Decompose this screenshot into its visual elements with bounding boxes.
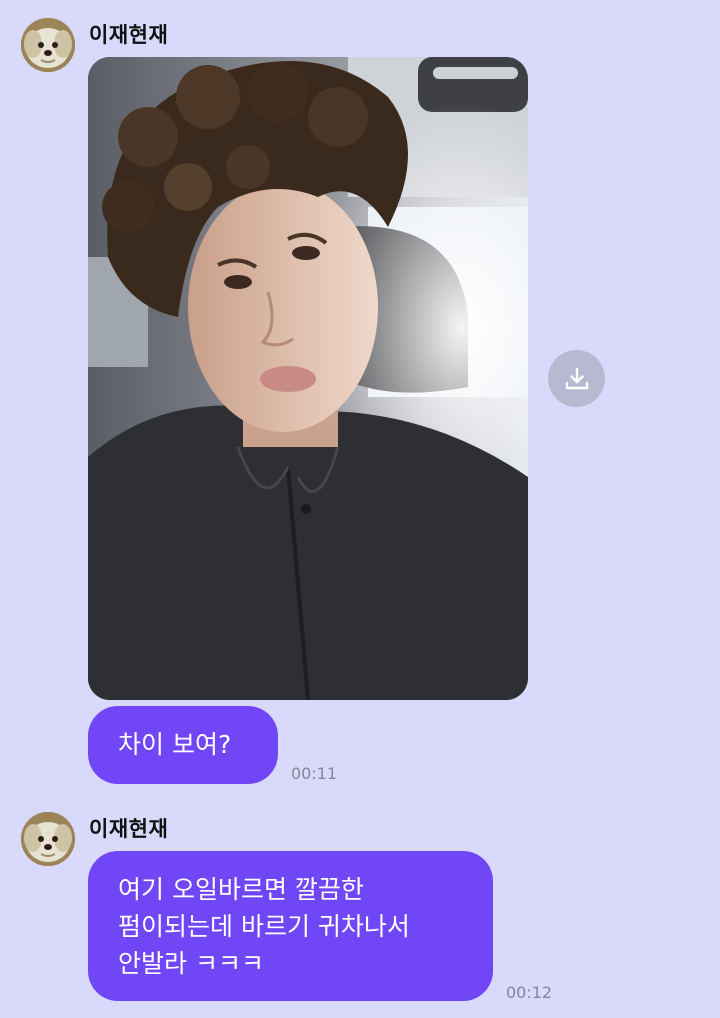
sender-name: 이재현재 — [89, 817, 169, 841]
sender-name: 이재현재 — [89, 23, 169, 47]
download-icon — [565, 367, 588, 389]
sender-avatar[interactable] — [21, 18, 75, 72]
download-button[interactable] — [548, 350, 605, 407]
message-bubble[interactable]: 차이 보여? — [88, 706, 278, 784]
sender-avatar[interactable] — [21, 812, 75, 866]
message-timestamp: 00:12 — [506, 983, 553, 1002]
puppy-avatar-icon — [21, 18, 75, 72]
puppy-avatar-icon — [21, 812, 75, 866]
shared-photo[interactable] — [88, 57, 528, 700]
message-timestamp: 00:11 — [291, 764, 338, 783]
selfie-photo — [88, 57, 528, 700]
message-bubble[interactable]: 여기 오일바르면 깔끔한 펌이되는데 바르기 귀차나서 안발라 ㅋㅋㅋ — [88, 851, 493, 1001]
